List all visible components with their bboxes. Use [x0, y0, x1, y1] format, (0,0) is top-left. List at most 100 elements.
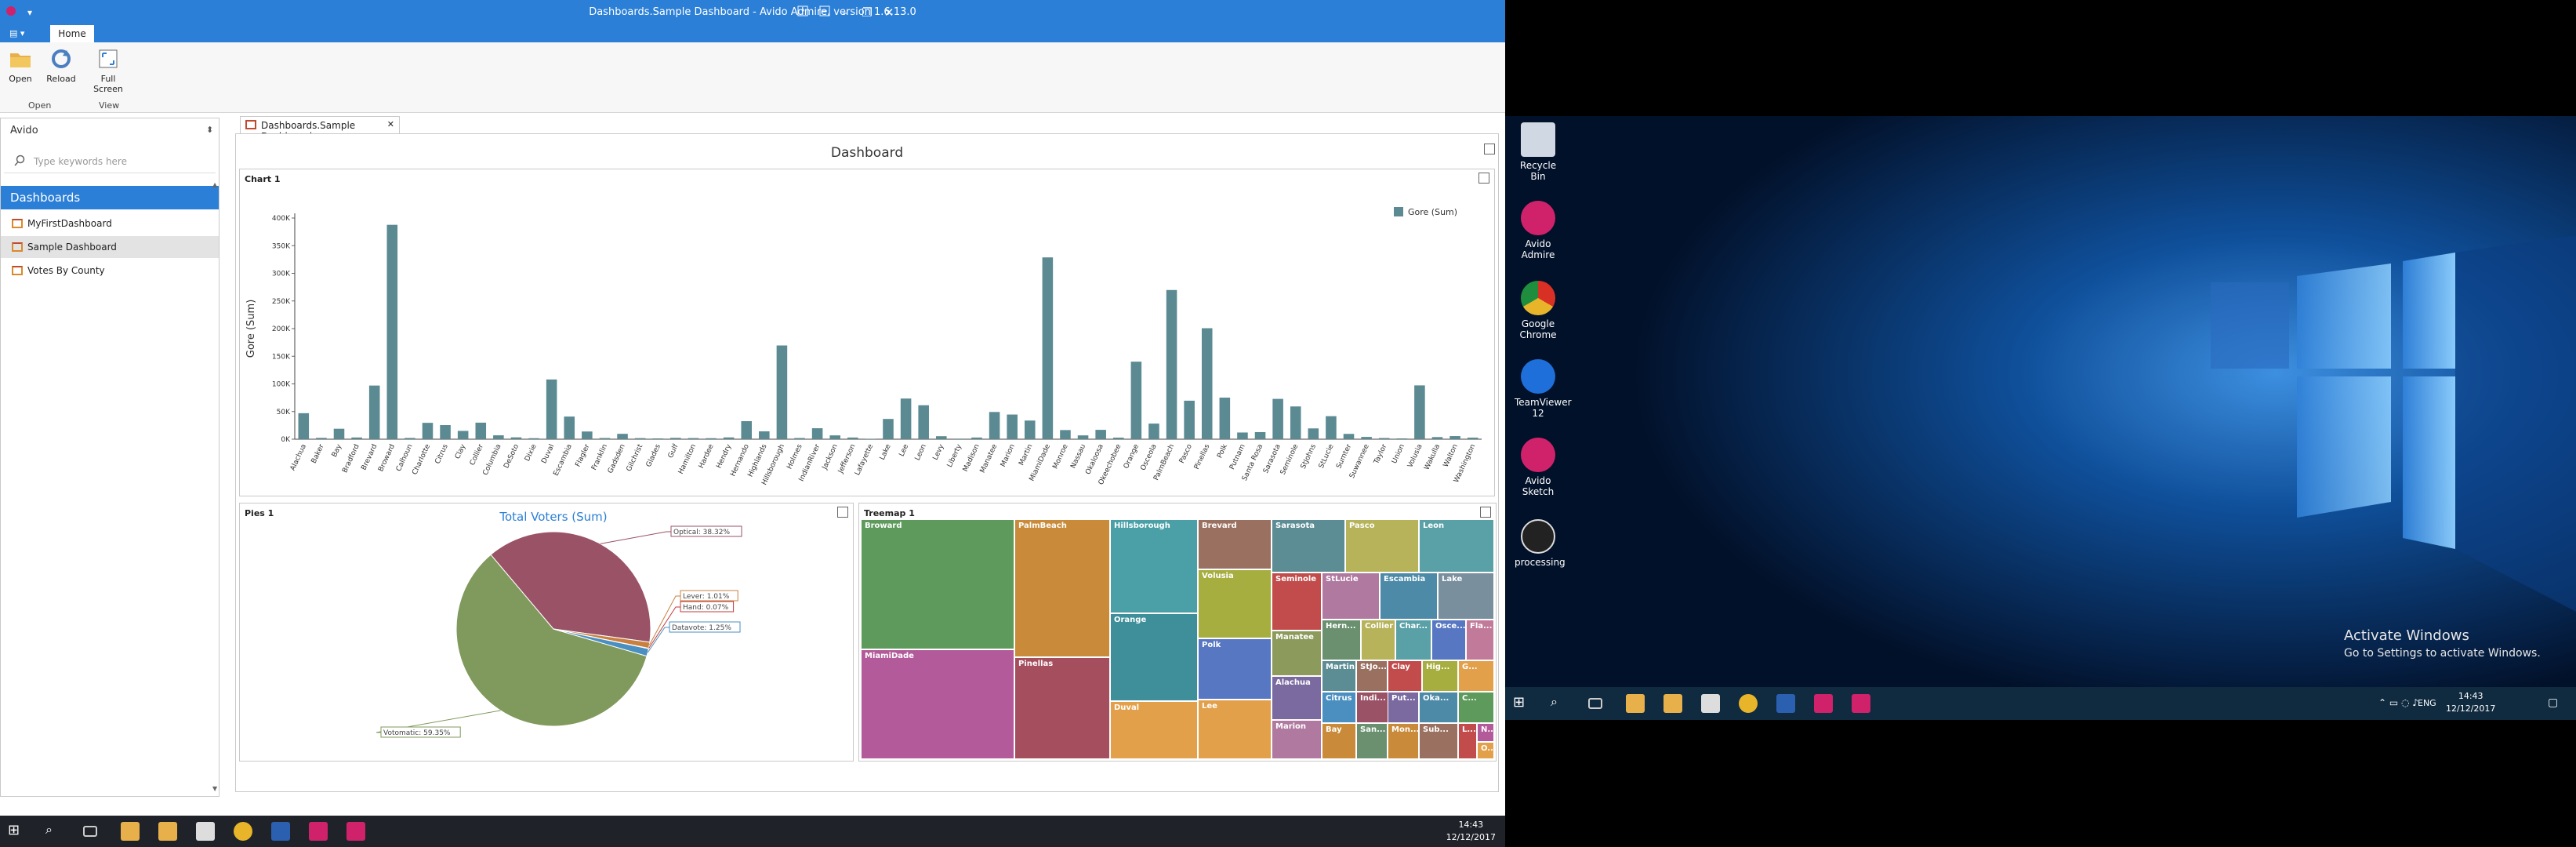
help-icon[interactable]: ? [793, 3, 812, 22]
treemap-tile[interactable]: Hillsborough [1110, 519, 1198, 613]
avido-sketch-icon[interactable] [1852, 694, 1870, 713]
treemap-tile[interactable]: Sub... [1419, 723, 1458, 759]
treemap-tile[interactable]: Pasco [1345, 519, 1419, 573]
treemap-tile[interactable]: StLucie [1322, 573, 1380, 620]
minimize-icon[interactable]: – [836, 3, 854, 22]
clock[interactable]: 14:43 12/12/2017 [2446, 690, 2495, 715]
treemap-tile[interactable]: San... [1356, 723, 1388, 759]
avido-admire-icon[interactable] [309, 822, 328, 841]
open-button[interactable]: Open [5, 47, 36, 84]
treemap-tile[interactable]: Duval [1110, 701, 1198, 759]
export-icon[interactable] [1484, 144, 1495, 154]
chrome-icon[interactable] [234, 822, 252, 841]
file-menu-icon[interactable]: ▤ ▾ [9, 27, 31, 40]
treemap-tile[interactable]: MiamiDade [861, 649, 1014, 759]
treemap-tile[interactable]: Manatee [1272, 631, 1322, 676]
treemap-tile[interactable]: Hern... [1322, 620, 1361, 660]
tab-sample-dashboard[interactable]: Dashboards.Sample Dashboard ✕ [240, 116, 400, 142]
fullscreen-button[interactable]: Full Screen [86, 47, 130, 94]
store-icon[interactable] [158, 822, 177, 841]
treemap-tile[interactable]: O... [1477, 742, 1494, 759]
treemap-tile[interactable]: Seminole [1272, 573, 1322, 631]
treemap-tile[interactable]: Pinellas [1014, 657, 1110, 759]
start-icon[interactable]: ⊞ [1513, 694, 1532, 713]
treemap-tile[interactable]: Citrus [1322, 692, 1356, 723]
treemap-tile[interactable]: StJo... [1356, 660, 1388, 692]
treemap-tile[interactable]: Orange [1110, 613, 1198, 701]
treemap-tile[interactable]: Escambia [1380, 573, 1438, 620]
reload-button[interactable]: Reload [45, 47, 77, 84]
search-icon[interactable]: ⌕ [45, 822, 64, 841]
treemap-tile[interactable]: Osce... [1431, 620, 1466, 660]
treemap-tile[interactable]: Bay [1322, 723, 1356, 759]
x-tick-label: Escambia [553, 443, 574, 478]
word-icon[interactable] [271, 822, 290, 841]
treemap-tile[interactable]: Oka... [1419, 692, 1458, 723]
treemap-tile[interactable]: N... [1477, 723, 1494, 742]
close-tab-icon[interactable]: ✕ [387, 119, 394, 129]
desktop-icon-google-chrome[interactable]: Google Chrome [1515, 281, 1562, 340]
tray-icons[interactable]: ⌃ ▭ ◌ ♪ [2378, 697, 2418, 708]
chrome-icon[interactable] [1739, 694, 1758, 713]
treemap-tile[interactable]: Martin [1322, 660, 1356, 692]
treemap-tile[interactable]: PalmBeach [1014, 519, 1110, 657]
treemap-tile[interactable]: Collier [1361, 620, 1395, 660]
desktop-icon-avido-sketch[interactable]: Avido Sketch [1515, 438, 1562, 497]
tab-home[interactable]: Home [50, 25, 94, 42]
treemap-tile[interactable]: Fla... [1466, 620, 1494, 660]
treemap-tile[interactable]: Clay [1388, 660, 1422, 692]
list-item-sample-dashboard[interactable]: Sample Dashboard [1, 236, 219, 258]
treemap-tile[interactable]: Volusia [1198, 569, 1272, 638]
task-view-icon[interactable] [1588, 698, 1602, 709]
treemap-tile[interactable]: Marion [1272, 720, 1322, 759]
mail-icon[interactable] [196, 822, 215, 841]
treemap-tile[interactable]: Hig... [1422, 660, 1458, 692]
x-tick-label: Sarasota [1262, 443, 1283, 474]
clock[interactable]: 14:43 12/12/2017 [1446, 819, 1496, 844]
dashboard-icon [12, 266, 23, 275]
pin-panel-icon[interactable]: ⬍ [206, 125, 213, 135]
list-item-votes-by-county[interactable]: Votes By County [1, 260, 219, 282]
pin-icon[interactable] [815, 3, 834, 22]
desktop-icon-avido-admire[interactable]: Avido Admire [1515, 201, 1562, 260]
treemap-tile[interactable]: Alachua [1272, 676, 1322, 720]
treemap-tile[interactable]: Broward [861, 519, 1014, 649]
treemap-tile[interactable]: Char... [1395, 620, 1431, 660]
word-icon[interactable] [1776, 694, 1795, 713]
treemap-tile[interactable]: Leon [1419, 519, 1494, 573]
store-icon[interactable] [1664, 694, 1682, 713]
treemap-tile[interactable]: Lee [1198, 700, 1272, 759]
start-icon[interactable]: ⊞ [8, 822, 27, 841]
treemap-tile[interactable]: L... [1458, 723, 1477, 759]
dashboards-section-header[interactable]: Dashboards [1, 186, 219, 209]
notifications-icon[interactable]: ▢ [2548, 696, 2558, 709]
scroll-up-icon[interactable]: ▲ [212, 181, 219, 188]
treemap-tile[interactable]: G... [1458, 660, 1494, 692]
close-icon[interactable]: ✕ [880, 3, 898, 22]
treemap-tile[interactable]: Brevard [1198, 519, 1272, 569]
scroll-down-icon[interactable]: ▼ [212, 785, 217, 792]
treemap-tile[interactable]: C... [1458, 692, 1494, 723]
desktop-icon-teamviewer[interactable]: TeamViewer 12 [1515, 359, 1572, 419]
treemap-tile[interactable]: Lake [1438, 573, 1494, 620]
search-icon[interactable]: ⌕ [1551, 694, 1569, 713]
avido-admire-icon[interactable] [1814, 694, 1833, 713]
search-input[interactable]: Type keywords here [4, 150, 216, 173]
file-explorer-icon[interactable] [121, 822, 140, 841]
panel-scrollbar[interactable]: ▲ ▼ [212, 181, 219, 793]
avido-sketch-icon[interactable] [346, 822, 365, 841]
desktop-icon-recycle-bin[interactable]: Recycle Bin [1515, 122, 1562, 182]
treemap-tile[interactable]: Put... [1388, 692, 1419, 723]
desktop-icon-processing[interactable]: processing [1515, 519, 1566, 568]
mail-icon[interactable] [1701, 694, 1720, 713]
maximize-icon[interactable]: ❐ [858, 3, 876, 22]
list-item-myfirstdashboard[interactable]: MyFirstDashboard [1, 213, 219, 234]
task-view-icon[interactable] [83, 826, 97, 837]
treemap-tile[interactable]: Sarasota [1272, 519, 1345, 573]
language-indicator[interactable]: ENG [2418, 698, 2436, 708]
treemap-tile[interactable]: Mon... [1388, 723, 1419, 759]
export-icon[interactable] [1480, 507, 1491, 518]
treemap-tile[interactable]: Indi... [1356, 692, 1391, 723]
file-explorer-icon[interactable] [1626, 694, 1645, 713]
treemap-tile[interactable]: Polk [1198, 638, 1272, 700]
